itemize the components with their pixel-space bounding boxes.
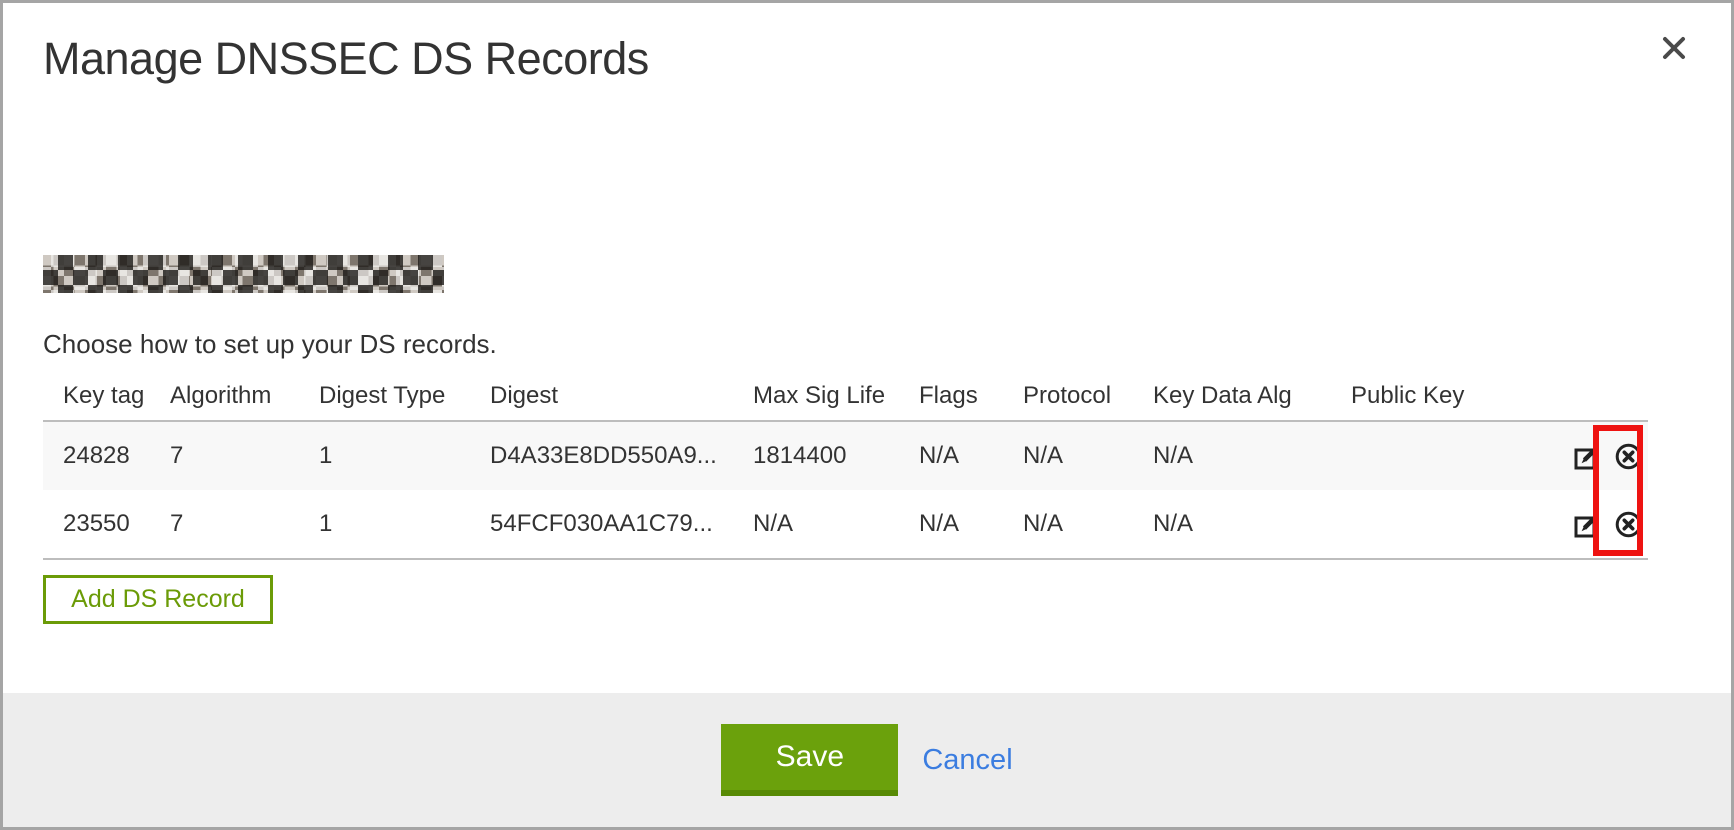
col-header-flags: Flags — [919, 371, 1023, 421]
cell-max-sig-life: N/A — [753, 490, 919, 559]
delete-icon[interactable] — [1615, 511, 1642, 538]
col-header-key-tag: Key tag — [43, 371, 170, 421]
col-header-digest: Digest — [490, 371, 753, 421]
edit-icon[interactable] — [1574, 511, 1601, 538]
add-ds-record-button[interactable]: Add DS Record — [43, 575, 273, 624]
page-title: Manage DNSSEC DS Records — [43, 33, 649, 85]
table-row: 23550 7 1 54FCF030AA1C79... N/A N/A N/A … — [43, 490, 1648, 559]
cell-max-sig-life: 1814400 — [753, 421, 919, 490]
cell-digest-type: 1 — [319, 490, 490, 559]
edit-icon[interactable] — [1574, 443, 1601, 470]
cell-flags: N/A — [919, 490, 1023, 559]
table-row: 24828 7 1 D4A33E8DD550A9... 1814400 N/A … — [43, 421, 1648, 490]
cell-key-data-alg: N/A — [1153, 490, 1351, 559]
ds-records-table: Key tag Algorithm Digest Type Digest Max… — [43, 371, 1648, 560]
cell-algorithm: 7 — [170, 421, 319, 490]
cell-flags: N/A — [919, 421, 1023, 490]
save-button[interactable]: Save — [721, 724, 898, 796]
cancel-link[interactable]: Cancel — [922, 744, 1012, 777]
cell-algorithm: 7 — [170, 490, 319, 559]
cell-public-key — [1351, 490, 1546, 559]
col-header-actions — [1546, 371, 1648, 421]
col-header-protocol: Protocol — [1023, 371, 1153, 421]
cell-key-data-alg: N/A — [1153, 421, 1351, 490]
domain-name-redacted — [43, 255, 444, 293]
col-header-max-sig-life: Max Sig Life — [753, 371, 919, 421]
close-icon[interactable] — [1659, 33, 1689, 63]
cell-key-tag: 24828 — [43, 421, 170, 490]
col-header-algorithm: Algorithm — [170, 371, 319, 421]
delete-icon[interactable] — [1615, 443, 1642, 470]
cell-digest: D4A33E8DD550A9... — [490, 421, 753, 490]
subtitle: Choose how to set up your DS records. — [43, 329, 497, 360]
cell-key-tag: 23550 — [43, 490, 170, 559]
col-header-key-data-alg: Key Data Alg — [1153, 371, 1351, 421]
cell-protocol: N/A — [1023, 421, 1153, 490]
dialog-footer: Save Cancel — [3, 693, 1731, 827]
cell-protocol: N/A — [1023, 490, 1153, 559]
col-header-digest-type: Digest Type — [319, 371, 490, 421]
cell-public-key — [1351, 421, 1546, 490]
table-header-row: Key tag Algorithm Digest Type Digest Max… — [43, 371, 1648, 421]
cell-digest-type: 1 — [319, 421, 490, 490]
col-header-public-key: Public Key — [1351, 371, 1546, 421]
manage-dnssec-ds-records-dialog: Manage DNSSEC DS Records Choose how to s… — [0, 0, 1734, 830]
cell-digest: 54FCF030AA1C79... — [490, 490, 753, 559]
